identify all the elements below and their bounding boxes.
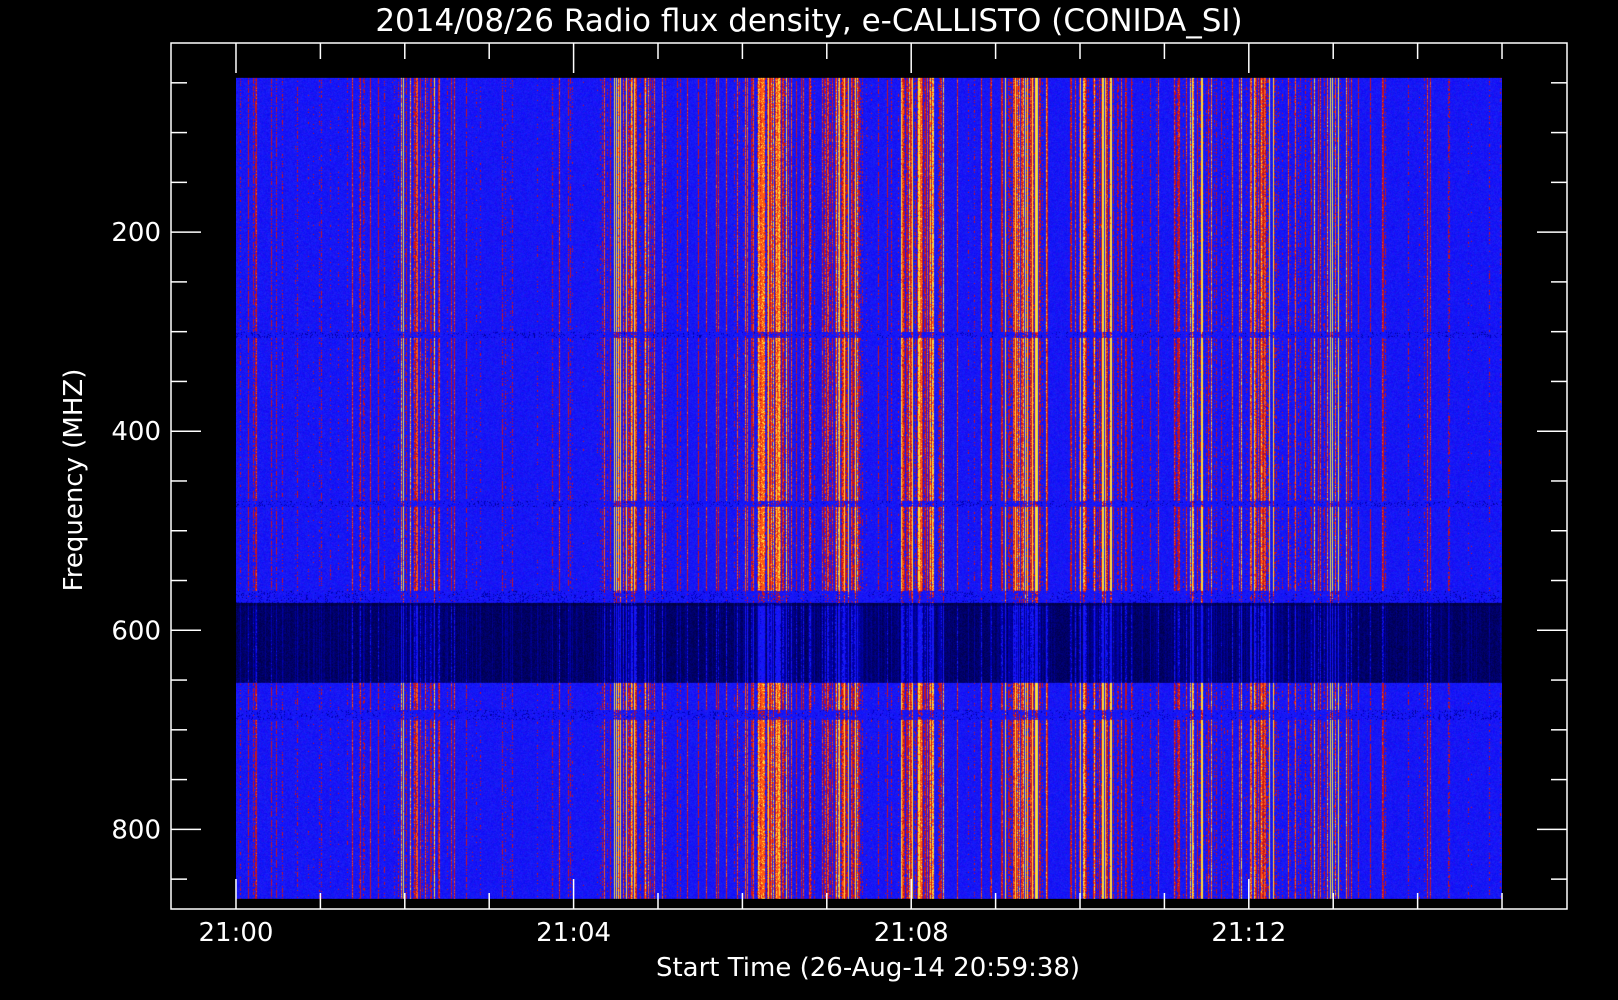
x-tick-label: 21:00 [199, 918, 274, 948]
x-tick-label: 21:04 [536, 918, 611, 948]
spectrogram-chart: 21:00 21:04 21:08 21:12 200 400 600 800 2014/08… [0, 0, 1618, 1000]
chart-title: 2014/08/26 Radio flux density, e-CALLIST… [375, 3, 1242, 39]
spectrogram-heatmap [235, 77, 1502, 899]
y-tick-label: 600 [111, 616, 161, 646]
y-tick-label: 800 [111, 815, 161, 845]
y-axis-label: Frequency (MHZ) [59, 369, 89, 592]
x-tick-label: 21:08 [874, 918, 949, 948]
y-tick-label: 400 [111, 417, 161, 447]
x-axis-label: Start Time (26-Aug-14 20:59:38) [656, 953, 1080, 983]
y-tick-label: 200 [111, 218, 161, 248]
x-tick-label: 21:12 [1211, 918, 1286, 948]
